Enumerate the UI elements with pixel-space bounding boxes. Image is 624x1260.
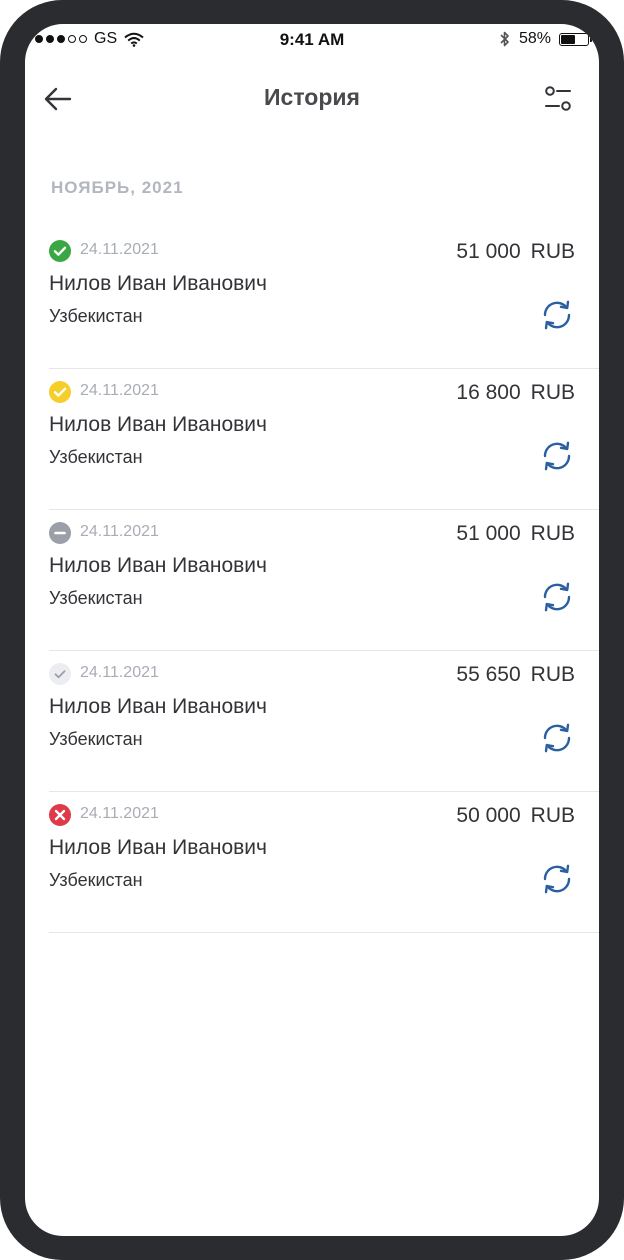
recipient-name: Нилов Иван Иванович <box>49 272 267 295</box>
status-cancelled-icon <box>49 522 71 544</box>
amount-currency: RUB <box>530 522 575 545</box>
recipient-country: Узбекистан <box>49 447 143 467</box>
repeat-transfer-icon[interactable] <box>538 860 576 898</box>
amount-currency: RUB <box>530 240 575 263</box>
amount-value: 51 000 <box>456 522 521 545</box>
transaction-item[interactable]: 24.11.2021 Нилов Иван Иванович Узбекиста… <box>25 792 599 933</box>
repeat-transfer-icon[interactable] <box>538 296 576 334</box>
phone-frame: GS 9:41 AM 58% История НОЯБРЬ, 2021 24.1… <box>0 0 624 1260</box>
status-right: 58% <box>499 30 592 48</box>
status-error-icon <box>49 804 71 826</box>
battery-percent: 58% <box>518 30 551 47</box>
transaction-date: 24.11.2021 <box>80 523 159 540</box>
recipient-country: Узбекистан <box>49 588 143 608</box>
page-title: История <box>264 84 360 110</box>
amount-value: 55 650 <box>456 663 521 686</box>
transaction-date: 24.11.2021 <box>80 664 159 681</box>
status-bar: GS 9:41 AM 58% <box>25 24 599 56</box>
transaction-date: 24.11.2021 <box>80 382 159 399</box>
transaction-date: 24.11.2021 <box>80 805 159 822</box>
repeat-transfer-icon[interactable] <box>538 578 576 616</box>
transaction-date: 24.11.2021 <box>80 241 159 258</box>
transaction-amount: 16 800 RUB <box>456 381 575 405</box>
transaction-list: 24.11.2021 Нилов Иван Иванович Узбекиста… <box>25 228 599 933</box>
battery-fill <box>561 34 575 44</box>
status-pending-icon <box>49 381 71 403</box>
recipient-name: Нилов Иван Иванович <box>49 695 267 718</box>
status-success-icon <box>49 240 71 262</box>
recipient-name: Нилов Иван Иванович <box>49 554 267 577</box>
recipient-name: Нилов Иван Иванович <box>49 413 267 436</box>
filter-icon[interactable] <box>543 84 573 114</box>
amount-value: 50 000 <box>456 804 521 827</box>
recipient-country: Узбекистан <box>49 729 143 749</box>
transaction-item[interactable]: 24.11.2021 Нилов Иван Иванович Узбекиста… <box>25 369 599 510</box>
repeat-transfer-icon[interactable] <box>538 437 576 475</box>
transaction-item[interactable]: 24.11.2021 Нилов Иван Иванович Узбекиста… <box>25 651 599 792</box>
screen: GS 9:41 AM 58% История НОЯБРЬ, 2021 24.1… <box>25 24 599 1236</box>
divider <box>49 932 599 933</box>
amount-currency: RUB <box>530 804 575 827</box>
transaction-item[interactable]: 24.11.2021 Нилов Иван Иванович Узбекиста… <box>25 510 599 651</box>
nav-bar: История <box>25 74 599 124</box>
transaction-amount: 51 000 RUB <box>456 240 575 264</box>
section-header-month: НОЯБРЬ, 2021 <box>51 178 184 197</box>
transaction-item[interactable]: 24.11.2021 Нилов Иван Иванович Узбекиста… <box>25 228 599 369</box>
amount-value: 51 000 <box>456 240 521 263</box>
recipient-country: Узбекистан <box>49 306 143 326</box>
bluetooth-icon <box>500 31 509 47</box>
transaction-amount: 51 000 RUB <box>456 522 575 546</box>
recipient-name: Нилов Иван Иванович <box>49 836 267 859</box>
amount-currency: RUB <box>530 663 575 686</box>
amount-currency: RUB <box>530 381 575 404</box>
transaction-amount: 50 000 RUB <box>456 804 575 828</box>
repeat-transfer-icon[interactable] <box>538 719 576 757</box>
recipient-country: Узбекистан <box>49 870 143 890</box>
battery-icon <box>559 32 592 46</box>
amount-value: 16 800 <box>456 381 521 404</box>
status-draft-icon <box>49 663 71 685</box>
transaction-amount: 55 650 RUB <box>456 663 575 687</box>
